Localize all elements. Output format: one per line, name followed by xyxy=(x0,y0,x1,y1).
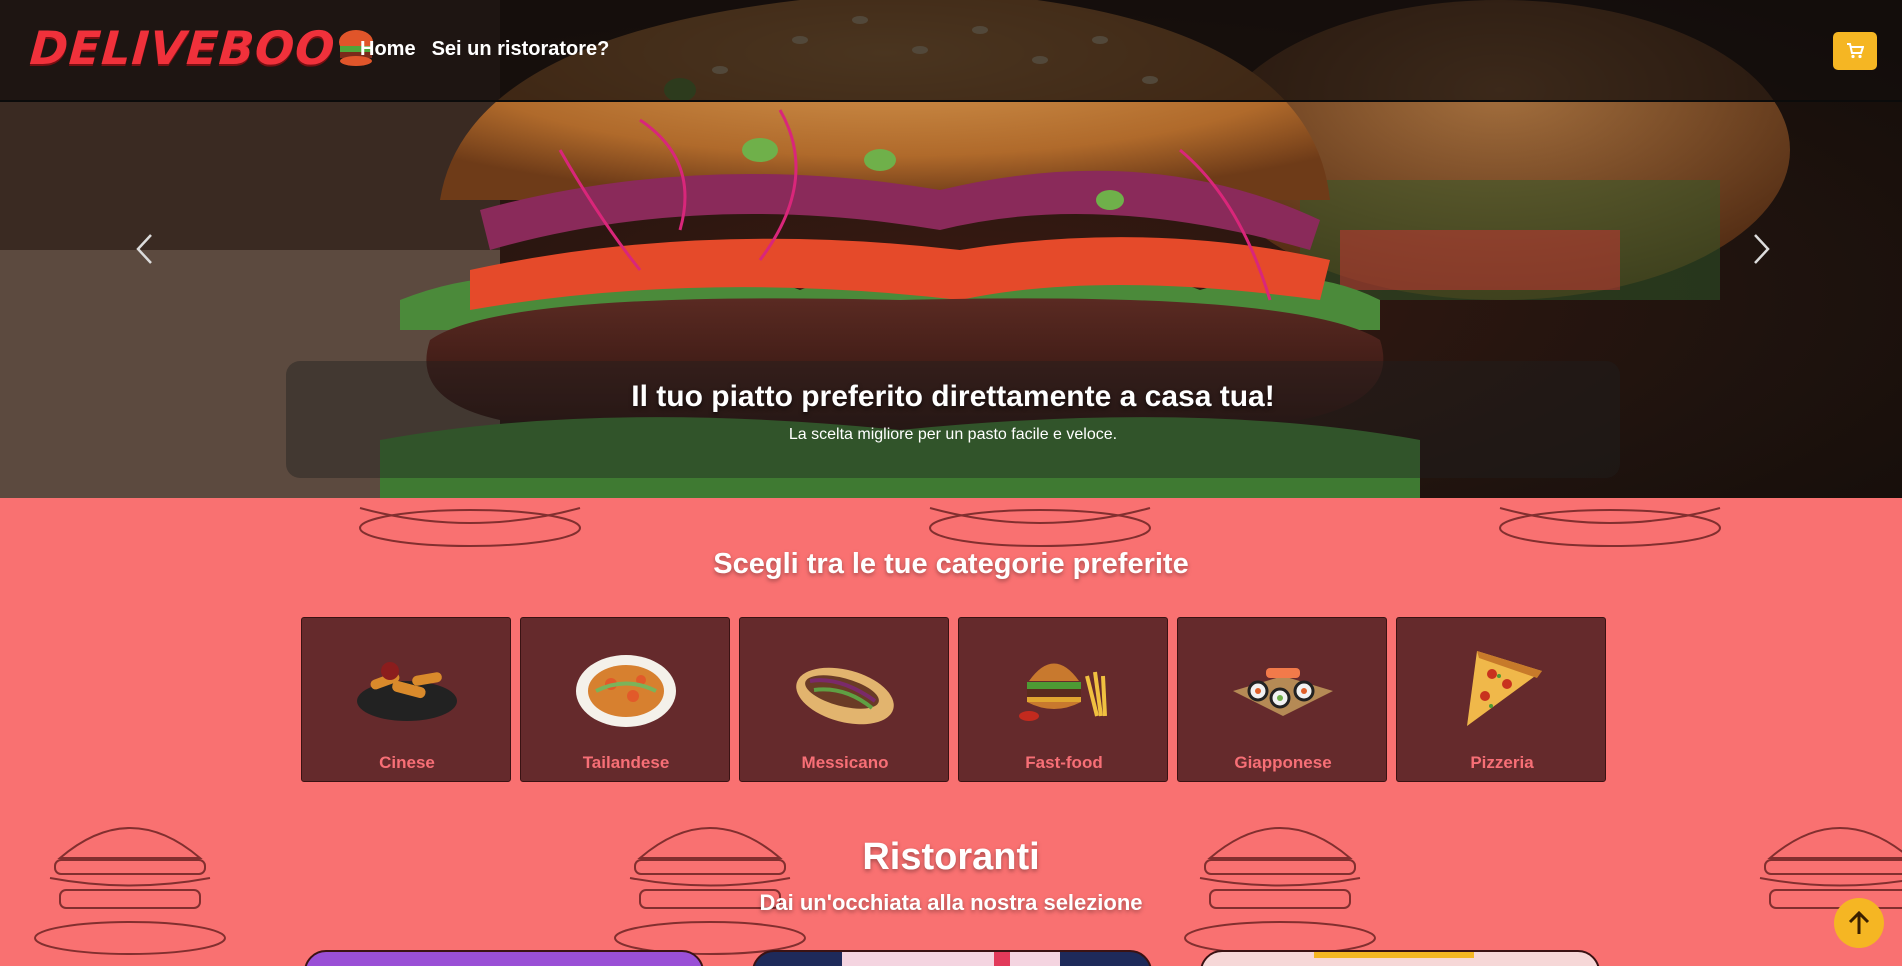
category-grid: Cinese Tailandese Messicano Fast-food Gi… xyxy=(301,617,1606,782)
main-content: Scegli tra le tue categorie preferite Ci… xyxy=(0,498,1902,966)
cart-icon xyxy=(1847,43,1864,59)
category-label: Messicano xyxy=(801,753,889,772)
category-card-messicano[interactable]: Messicano xyxy=(739,617,949,782)
noodle-plate-icon xyxy=(576,655,676,727)
category-card-cinese[interactable]: Cinese xyxy=(301,617,511,782)
restaurant-card[interactable] xyxy=(1200,950,1600,966)
restaurants-subtitle: Dai un'occhiata alla nostra selezione xyxy=(759,890,1143,915)
nav-link-home[interactable]: Home xyxy=(360,38,416,61)
burger-fries-icon xyxy=(1019,663,1107,721)
chevron-right-icon[interactable] xyxy=(1749,232,1773,266)
category-card-tailandese[interactable]: Tailandese xyxy=(520,617,730,782)
restaurants-title: Ristoranti xyxy=(862,836,1040,878)
category-card-fast-food[interactable]: Fast-food xyxy=(958,617,1168,782)
sushi-icon xyxy=(1233,668,1333,716)
category-label: Cinese xyxy=(379,753,435,772)
logo-text: DELIVEBOO xyxy=(28,21,338,75)
nav-link-restaurateur[interactable]: Sei un ristoratore? xyxy=(432,38,610,61)
restaurant-card[interactable] xyxy=(304,950,704,966)
restaurant-card[interactable] xyxy=(752,950,1152,966)
arrow-up-icon xyxy=(1848,910,1870,934)
cart-button[interactable] xyxy=(1833,32,1877,70)
spring-rolls-icon xyxy=(357,662,457,721)
chevron-left-icon[interactable] xyxy=(133,232,157,266)
category-card-pizzeria[interactable]: Pizzeria xyxy=(1396,617,1606,782)
nav-links: Home Sei un ristoratore? xyxy=(360,38,609,61)
hero-title: Il tuo piatto preferito direttamente a c… xyxy=(631,380,1275,413)
scroll-to-top-button[interactable] xyxy=(1834,898,1884,948)
category-label: Giapponese xyxy=(1234,753,1332,772)
hero-subtitle: La scelta migliore per un pasto facile e… xyxy=(788,426,1118,443)
category-label: Pizzeria xyxy=(1470,753,1534,772)
category-label: Tailandese xyxy=(582,753,670,772)
navbar: DELIVEBOO Home Sei un ristoratore? xyxy=(0,0,1902,102)
category-label: Fast-food xyxy=(1025,753,1103,772)
brand-logo[interactable]: DELIVEBOO xyxy=(28,21,375,75)
category-card-giapponese[interactable]: Giapponese xyxy=(1177,617,1387,782)
hero-caption: Il tuo piatto preferito direttamente a c… xyxy=(286,361,1620,478)
pizza-slice-icon xyxy=(1467,651,1542,726)
categories-title: Scegli tra le tue categorie preferite xyxy=(713,548,1189,580)
burrito-icon xyxy=(796,667,894,725)
